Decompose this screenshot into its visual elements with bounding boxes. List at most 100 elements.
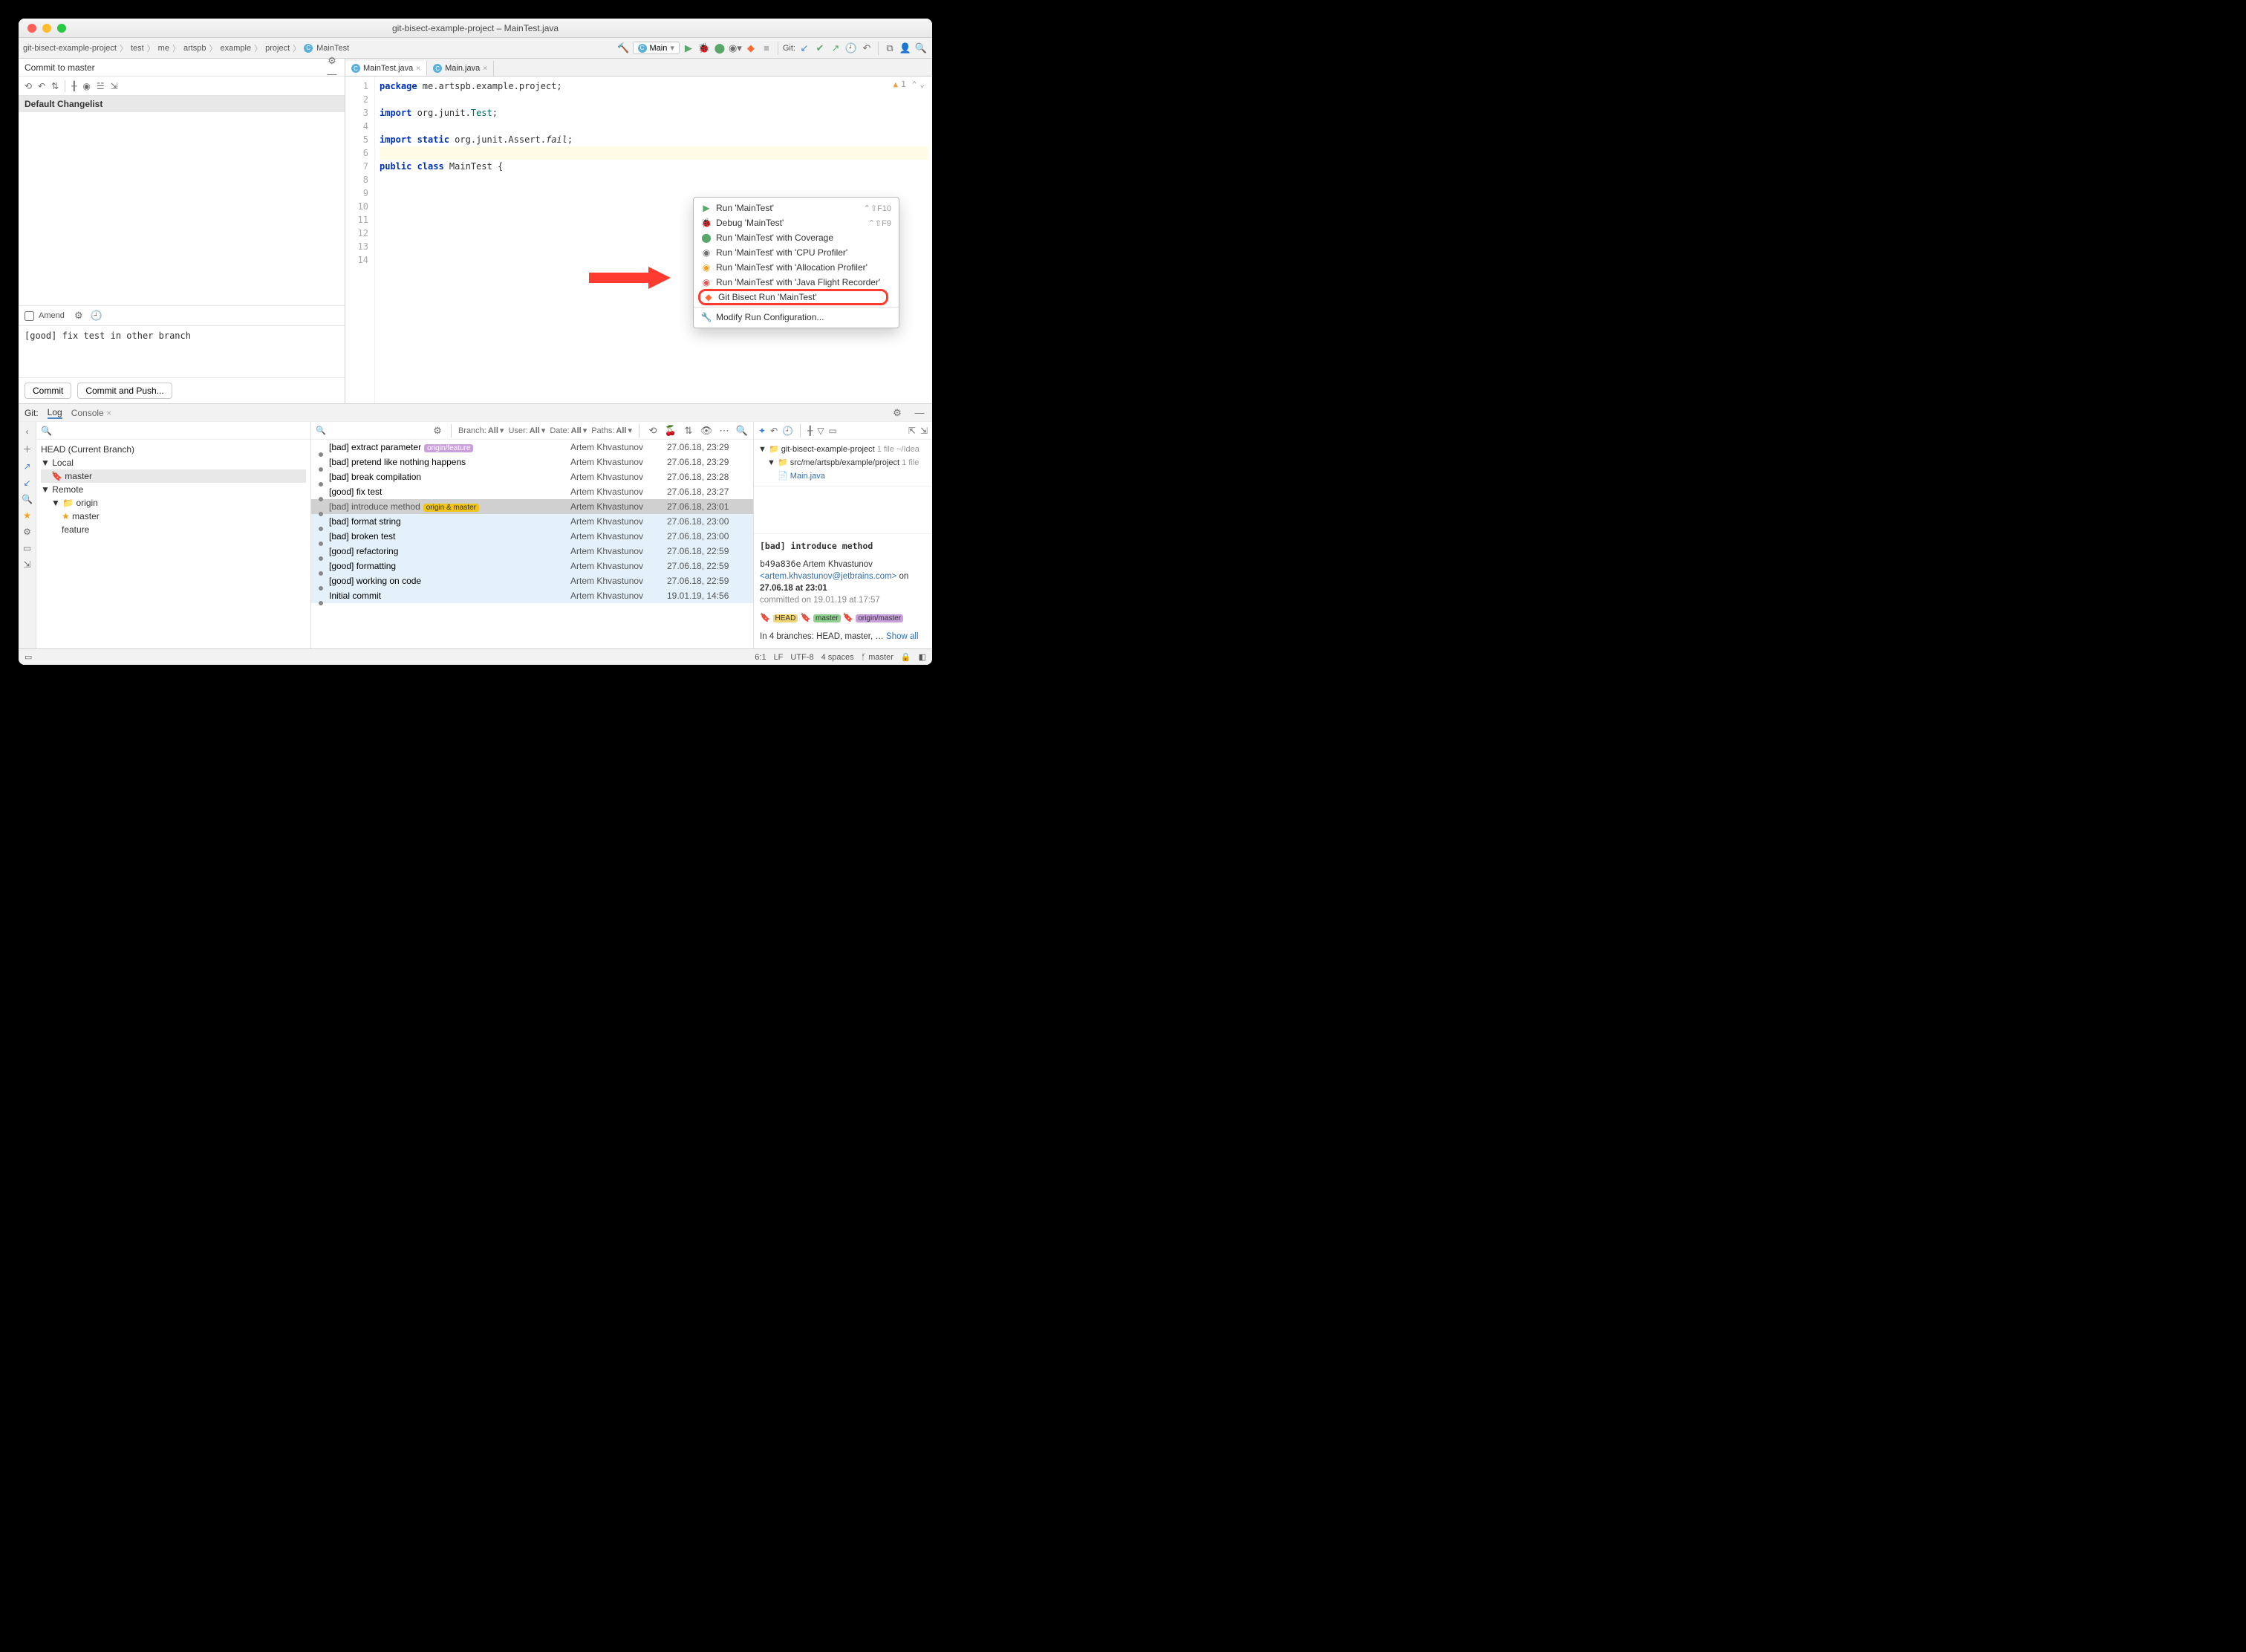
group-icon[interactable]: ◉ xyxy=(82,81,90,91)
detail-email[interactable]: <artem.khvastunov@jetbrains.com> xyxy=(760,572,896,581)
gear-icon[interactable]: ⚙ xyxy=(891,406,904,420)
avatar-icon[interactable]: 👤 xyxy=(899,42,912,55)
nav-left-icon[interactable]: ‹ xyxy=(26,426,29,437)
search-icon[interactable]: 🔍 xyxy=(914,42,928,55)
ide-icon[interactable]: ⧉ xyxy=(883,42,896,55)
minimize-window-button[interactable] xyxy=(42,24,51,33)
more-icon[interactable]: ⋯ xyxy=(717,424,731,438)
collapse-icon[interactable]: ⇲ xyxy=(920,426,928,436)
arrow-ne-icon[interactable]: ↗ xyxy=(23,461,30,472)
filter-user[interactable]: User: All ▾ xyxy=(508,426,545,435)
branch-indicator[interactable]: ᚶ master xyxy=(862,653,893,662)
branch-origin-master[interactable]: ★ master xyxy=(41,510,306,523)
amend-checkbox[interactable] xyxy=(25,311,34,321)
rollback-icon[interactable]: ↶ xyxy=(860,42,873,55)
commit-message-input[interactable]: [good] fix test in other branch xyxy=(19,325,345,377)
line-sep[interactable]: LF xyxy=(774,653,784,662)
commit-button[interactable]: Commit xyxy=(25,383,71,399)
branch-remote-group[interactable]: ▼ Remote xyxy=(41,483,306,496)
breadcrumb-item[interactable]: example xyxy=(221,44,252,53)
commit-row[interactable]: [good] formattingArtem Khvastunov27.06.1… xyxy=(311,559,753,573)
view-icon[interactable]: ☱ xyxy=(97,81,105,91)
eye-icon[interactable]: 👁 xyxy=(700,424,713,438)
commit-row[interactable]: [bad] broken testArtem Khvastunov27.06.1… xyxy=(311,529,753,544)
filter-icon[interactable]: ▽ xyxy=(817,426,824,436)
amend-gear-icon[interactable]: ⚙ xyxy=(72,309,85,322)
editor-tab[interactable]: CMainTest.java× xyxy=(345,61,427,76)
encoding[interactable]: UTF-8 xyxy=(790,653,813,662)
breadcrumbs[interactable]: git-bisect-example-project〉test〉me〉artsp… xyxy=(23,42,349,54)
amend-history-icon[interactable]: 🕘 xyxy=(90,309,103,322)
search-icon[interactable]: 🔍 xyxy=(22,494,33,504)
build-icon[interactable]: 🔨 xyxy=(617,42,631,55)
hide-icon[interactable]: — xyxy=(913,406,926,420)
commit-row[interactable]: [bad] break compilationArtem Khvastunov2… xyxy=(311,469,753,484)
filter-paths[interactable]: Paths: All ▾ xyxy=(591,426,632,435)
coverage-icon[interactable]: ⬤ xyxy=(713,42,726,55)
commit-push-button[interactable]: Commit and Push... xyxy=(77,383,172,399)
stop-icon[interactable]: ■ xyxy=(760,42,773,55)
chevron-up-icon[interactable]: ⌃ xyxy=(912,79,917,89)
history-icon[interactable]: 🕘 xyxy=(782,426,793,436)
search-icon[interactable]: 🔍 xyxy=(41,426,52,436)
tree-root[interactable]: ▼ 📁 git-bisect-example-project 1 file ~/… xyxy=(758,443,928,456)
context-menu-item[interactable]: 🔧Modify Run Configuration... xyxy=(694,310,899,325)
refresh-icon[interactable]: ⟲ xyxy=(646,424,660,438)
tree-file[interactable]: 📄 Main.java xyxy=(758,469,928,483)
commit-row[interactable]: [bad] format stringArtem Khvastunov27.06… xyxy=(311,514,753,529)
status-icon[interactable]: ◧ xyxy=(919,652,926,662)
caret-pos[interactable]: 6:1 xyxy=(755,653,766,662)
warning-icon[interactable]: ▲ xyxy=(893,79,899,89)
bisect-icon[interactable]: ◆ xyxy=(744,42,758,55)
arrows-icon[interactable]: ⇅ xyxy=(682,424,695,438)
breadcrumb-item[interactable]: test xyxy=(131,44,144,53)
rollback-icon[interactable]: ↶ xyxy=(770,426,778,436)
chevron-down-icon[interactable]: ⌄ xyxy=(919,79,925,89)
filter-date[interactable]: Date: All ▾ xyxy=(550,426,587,435)
breadcrumb-item[interactable]: git-bisect-example-project xyxy=(23,44,117,53)
filter-branch[interactable]: Branch: All ▾ xyxy=(458,426,504,435)
rollback-icon[interactable]: ↶ xyxy=(38,81,45,91)
add-icon[interactable]: ＋ xyxy=(22,443,31,455)
run-icon[interactable]: ▶ xyxy=(682,42,695,55)
commit-row[interactable]: Initial commitArtem Khvastunov19.01.19, … xyxy=(311,588,753,603)
new-icon[interactable]: ✦ xyxy=(758,426,766,436)
collapse-icon[interactable]: ⇲ xyxy=(23,559,30,570)
expand-icon[interactable]: ⇱ xyxy=(908,426,916,436)
search-icon[interactable]: 🔍 xyxy=(316,426,326,435)
layout-icon[interactable]: ▭ xyxy=(23,543,31,553)
debug-icon[interactable]: 🐞 xyxy=(697,42,711,55)
expand-icon[interactable]: ⇲ xyxy=(111,81,118,91)
tab-log[interactable]: Log xyxy=(48,407,62,419)
run-config-selector[interactable]: CMain▾ xyxy=(633,42,680,54)
branch-head[interactable]: HEAD (Current Branch) xyxy=(41,443,306,456)
tree-sub[interactable]: ▼ 📁 src/me/artspb/example/project 1 file xyxy=(758,456,928,469)
lock-icon[interactable]: 🔒 xyxy=(901,652,911,662)
breadcrumb-item[interactable]: MainTest xyxy=(316,44,349,53)
tab-console[interactable]: Console × xyxy=(71,408,111,418)
show-all-link[interactable]: Show all xyxy=(886,632,918,641)
arrow-sw-icon[interactable]: ↙ xyxy=(23,478,30,488)
git-commit-icon[interactable]: ✔ xyxy=(813,42,827,55)
star-icon[interactable]: ★ xyxy=(23,510,31,521)
find-icon[interactable]: 🔍 xyxy=(735,424,749,438)
branch-origin-group[interactable]: ▼ 📁 origin xyxy=(41,496,306,510)
context-menu-item[interactable]: ◉Run 'MainTest' with 'CPU Profiler' xyxy=(694,245,899,260)
context-menu-item[interactable]: ▶Run 'MainTest'⌃⇧F10 xyxy=(694,201,899,215)
history-icon[interactable]: 🕘 xyxy=(844,42,858,55)
branch-local-group[interactable]: ▼ Local xyxy=(41,456,306,469)
gear-icon[interactable]: ⚙ xyxy=(431,424,444,438)
commit-row[interactable]: [bad] introduce methodorigin & masterArt… xyxy=(311,499,753,514)
context-menu-item[interactable]: 🐞Debug 'MainTest'⌃⇧F9 xyxy=(694,215,899,230)
commit-row[interactable]: [bad] pretend like nothing happensArtem … xyxy=(311,455,753,469)
refresh-icon[interactable]: ⟲ xyxy=(25,81,32,91)
context-menu-item[interactable]: ◆Git Bisect Run 'MainTest' xyxy=(694,290,899,305)
close-window-button[interactable] xyxy=(27,24,36,33)
git-update-icon[interactable]: ↙ xyxy=(798,42,811,55)
profile-icon[interactable]: ◉▾ xyxy=(729,42,742,55)
breadcrumb-item[interactable]: project xyxy=(265,44,290,53)
git-push-icon[interactable]: ↗ xyxy=(829,42,842,55)
diff-icon[interactable]: ⇅ xyxy=(51,81,59,91)
layout-icon[interactable]: ▭ xyxy=(829,426,837,436)
commit-row[interactable]: [bad] extract parameterorigin/featureArt… xyxy=(311,440,753,455)
